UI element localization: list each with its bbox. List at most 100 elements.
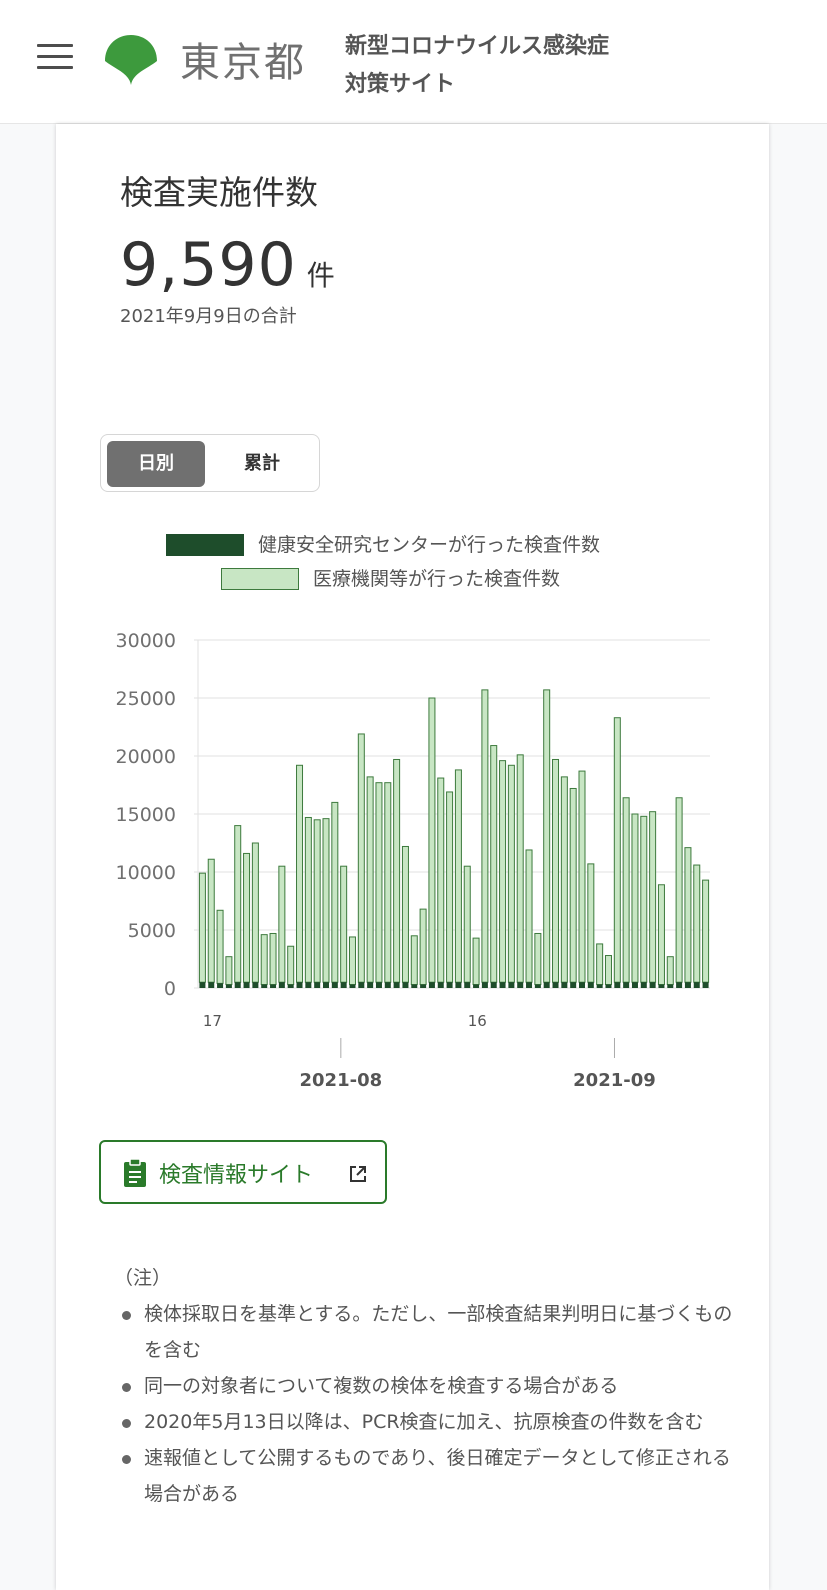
- bar-center: [252, 982, 259, 988]
- bar-center: [420, 984, 427, 988]
- bar-center: [384, 982, 391, 988]
- bar-medical: [649, 811, 657, 983]
- bar-medical: [525, 849, 533, 983]
- bar-medical: [260, 934, 268, 986]
- bar-center: [243, 982, 250, 988]
- bar-medical: [322, 818, 330, 983]
- bar-medical: [534, 932, 542, 986]
- view-toggle: 日別 累計: [100, 434, 320, 492]
- legend-label-medical[interactable]: 医療機関等が行った検査件数: [313, 564, 560, 591]
- legend-swatch-medical[interactable]: [221, 568, 299, 590]
- bar-center: [331, 982, 338, 988]
- bar-center: [676, 982, 683, 988]
- bar-medical: [560, 776, 568, 983]
- bar-center: [411, 984, 418, 988]
- bar-medical: [657, 884, 665, 986]
- bar-medical: [296, 764, 304, 983]
- bar-center: [534, 984, 541, 988]
- bar-center: [623, 982, 630, 988]
- bar-center: [526, 982, 533, 988]
- bar-center: [570, 982, 577, 988]
- site-header: 東京都 新型コロナウイルス感染症 対策サイト: [0, 0, 827, 124]
- y-tick-label: 15000: [116, 804, 176, 826]
- bar-medical: [516, 754, 524, 983]
- bar-center: [393, 982, 400, 988]
- bar-medical: [216, 909, 224, 984]
- bar-center: [314, 982, 321, 988]
- bar-center: [446, 982, 453, 988]
- bar-medical: [198, 872, 206, 983]
- note-item: 速報値として公開するものであり、後日確定データとして修正される場合がある: [114, 1440, 734, 1512]
- bar-center: [199, 982, 206, 988]
- bar-center: [587, 982, 594, 988]
- bar-medical: [357, 733, 365, 983]
- bar-medical: [304, 816, 312, 983]
- bar-medical: [348, 936, 356, 986]
- total-value: 9,590: [120, 230, 297, 300]
- bar-center: [499, 982, 506, 988]
- bar-medical: [552, 758, 560, 983]
- bar-medical: [613, 717, 621, 983]
- bar-center: [596, 984, 603, 988]
- total-unit: 件: [306, 259, 335, 292]
- logo-text[interactable]: 東京都: [180, 30, 306, 88]
- site-title[interactable]: 新型コロナウイルス感染症 対策サイト: [345, 28, 609, 104]
- bar-center: [455, 982, 462, 988]
- bar-medical: [331, 801, 339, 983]
- bar-center: [225, 984, 232, 988]
- bar-center: [517, 982, 524, 988]
- bar-medical: [463, 865, 471, 983]
- hamburger-menu-icon[interactable]: [37, 44, 73, 70]
- bar-medical: [446, 791, 454, 983]
- bar-center: [428, 982, 435, 988]
- bar-center: [640, 982, 647, 988]
- ginkgo-logo-icon[interactable]: [103, 33, 159, 87]
- bar-center: [464, 982, 471, 988]
- bar-medical: [401, 845, 409, 983]
- bar-center: [322, 982, 330, 988]
- toggle-daily-button[interactable]: 日別: [107, 441, 205, 487]
- bar-center: [614, 982, 621, 988]
- bar-center: [578, 982, 586, 988]
- bar-medical: [287, 945, 295, 986]
- legend-swatch-center[interactable]: [166, 534, 244, 556]
- toggle-cumulative-button[interactable]: 累計: [213, 441, 311, 487]
- bar-center: [631, 982, 638, 988]
- y-tick-label: 30000: [116, 630, 176, 652]
- bar-center: [375, 982, 382, 988]
- legend-label-center[interactable]: 健康安全研究センターが行った検査件数: [258, 530, 600, 557]
- bar-center: [490, 982, 497, 988]
- bar-center: [340, 982, 347, 988]
- notes-heading: （注）: [114, 1267, 172, 1289]
- y-tick-label: 20000: [116, 746, 176, 768]
- note-item: 検体採取日を基準とする。ただし、一部検査結果判明日に基づくものを含む: [114, 1296, 734, 1368]
- x-month-label: 2021-09: [573, 1070, 656, 1091]
- bar-medical: [207, 858, 215, 983]
- bar-medical: [666, 956, 674, 986]
- bar-medical: [596, 943, 604, 986]
- bar-center: [296, 982, 303, 988]
- bar-medical: [384, 782, 392, 983]
- bar-medical: [419, 908, 427, 986]
- bar-medical: [313, 819, 321, 983]
- bar-center: [658, 984, 665, 988]
- bar-center: [693, 982, 700, 988]
- bar-center: [402, 982, 409, 988]
- bar-medical: [499, 760, 507, 983]
- total-count: 9,590 件: [120, 230, 335, 300]
- bar-center: [217, 983, 224, 988]
- clipboard-icon: [124, 1158, 146, 1187]
- bar-center: [358, 982, 365, 988]
- x-month-label: 2021-08: [300, 1070, 383, 1091]
- bar-center: [287, 984, 294, 988]
- bar-medical: [269, 932, 277, 986]
- bar-medical: [428, 697, 436, 983]
- bar-medical: [225, 956, 233, 986]
- card-title: 検査実施件数: [120, 173, 318, 212]
- bar-center: [234, 982, 241, 988]
- bar-medical: [340, 865, 348, 983]
- test-info-site-link[interactable]: 検査情報サイト: [99, 1140, 387, 1204]
- site-title-line1: 新型コロナウイルス感染症: [345, 34, 610, 59]
- tests-bar-chart: 30000 25000 20000 15000 10000 5000 0 17 16 2021-0…: [116, 630, 710, 1091]
- y-tick-label: 25000: [116, 688, 176, 710]
